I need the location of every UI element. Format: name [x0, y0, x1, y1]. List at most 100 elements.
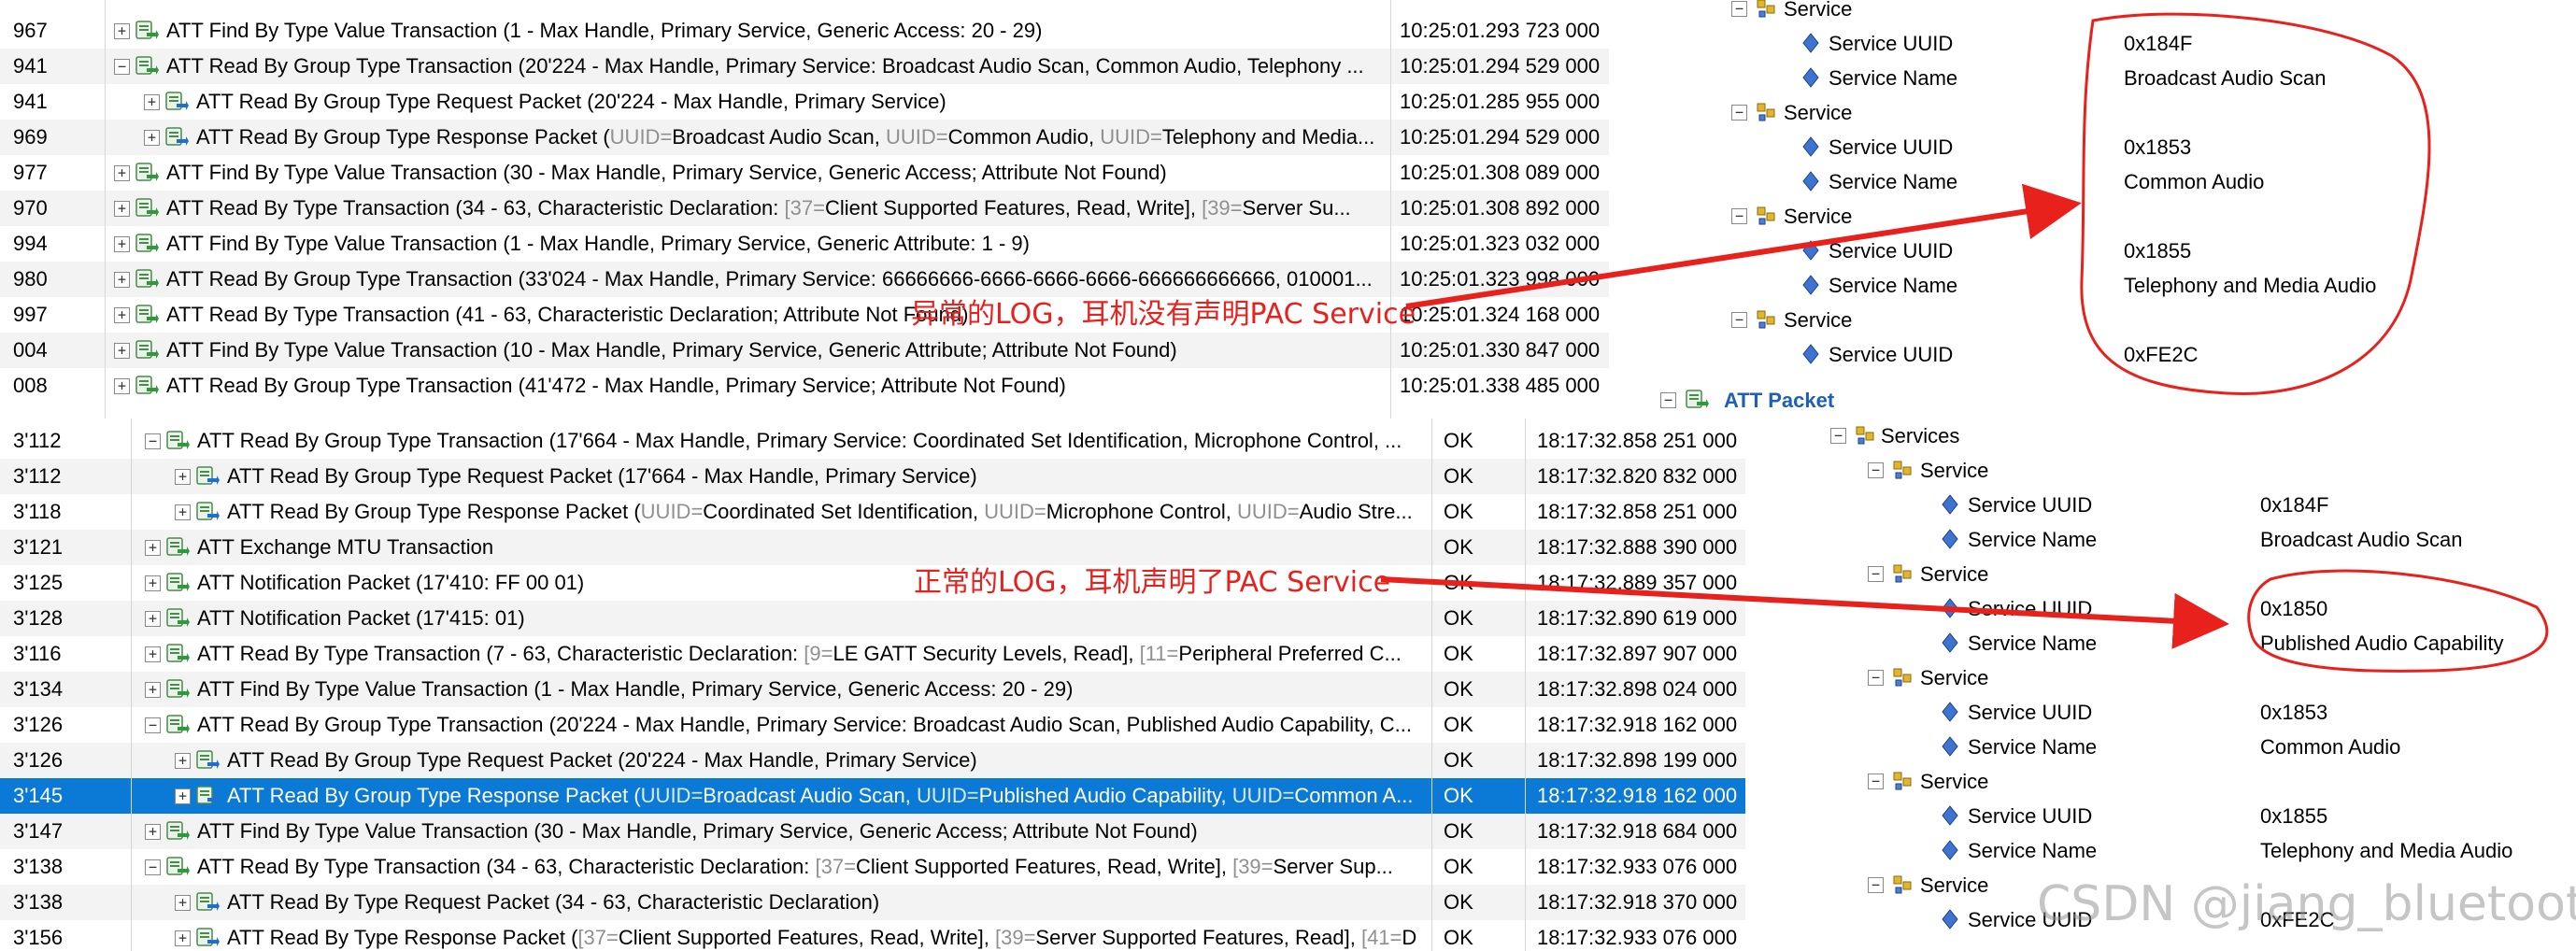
collapse-toggle[interactable]: −: [1731, 105, 1747, 121]
collapse-toggle[interactable]: −: [114, 59, 130, 75]
tree-node-service[interactable]: − Service: [1779, 764, 2576, 799]
tree-node-service[interactable]: − Service: [1779, 660, 2576, 695]
packet-row[interactable]: 941 − ATT Read By Group Type Transaction (…: [0, 49, 1609, 84]
packet-row[interactable]: 004 + ATT Find By Type Value Transaction (…: [0, 333, 1609, 368]
packet-row[interactable]: 3'112 + ATT Read By Group Type Request Pac…: [0, 459, 1745, 494]
packet-row[interactable]: 969 + ATT Read By Group Type Response Pack…: [0, 120, 1609, 155]
tree-node-field[interactable]: Service Name Telephony and Media Audio: [1649, 268, 2574, 303]
packet-index: 997: [13, 303, 48, 326]
collapse-toggle[interactable]: −: [1660, 392, 1676, 408]
expand-toggle[interactable]: +: [144, 94, 160, 110]
tree-node-field[interactable]: Service Name Broadcast Audio Scan: [1779, 522, 2576, 557]
packet-row[interactable]: 3'125 + ATT Notification Packet (17'410: F…: [0, 565, 1745, 601]
collapse-toggle[interactable]: −: [1868, 877, 1884, 893]
column-divider[interactable]: [1431, 419, 1432, 951]
collapse-toggle[interactable]: −: [145, 433, 161, 449]
packet-row[interactable]: 3'112 − ATT Read By Group Type Transaction…: [0, 423, 1745, 459]
packet-row[interactable]: 3'147 + ATT Find By Type Value Transaction…: [0, 814, 1745, 849]
collapse-toggle[interactable]: −: [1868, 774, 1884, 789]
packet-row[interactable]: 3'118 + ATT Read By Group Type Response Pa…: [0, 494, 1745, 530]
packet-row[interactable]: 3'145 + ATT Read By Group Type Response Pa…: [0, 778, 1745, 814]
expand-toggle[interactable]: +: [145, 611, 161, 627]
tree-node-field[interactable]: Service UUID 0x184F: [1649, 26, 2574, 61]
expand-toggle[interactable]: +: [114, 23, 130, 39]
packet-row[interactable]: 967 + ATT Find By Type Value Transaction (…: [0, 13, 1609, 49]
collapse-toggle[interactable]: −: [1731, 1, 1747, 17]
expand-toggle[interactable]: +: [114, 272, 130, 288]
packet-status: OK: [1444, 571, 1473, 594]
tree-node-field[interactable]: Service Name Broadcast Audio Scan: [1649, 61, 2574, 95]
collapse-toggle[interactable]: −: [1868, 566, 1884, 582]
column-divider[interactable]: [105, 0, 106, 419]
tree-node-field[interactable]: Service UUID 0x1855: [1649, 234, 2574, 268]
expand-toggle[interactable]: +: [114, 201, 130, 217]
collapse-toggle[interactable]: −: [1830, 428, 1846, 444]
packet-row[interactable]: 3'156 + ATT Read By Type Response Packet (…: [0, 920, 1745, 951]
field-icon: [1799, 135, 1823, 159]
field-key: [39=: [994, 926, 1036, 949]
expand-toggle[interactable]: +: [145, 646, 161, 662]
tree-node-field[interactable]: Service UUID 0xFE2C: [1649, 337, 2574, 372]
expand-toggle[interactable]: +: [175, 504, 191, 520]
expand-toggle[interactable]: +: [175, 469, 191, 485]
packet-row[interactable]: 3'116 + ATT Read By Type Transaction (7 - …: [0, 636, 1745, 672]
packet-row[interactable]: 3'138 − ATT Read By Type Transaction (34 -…: [0, 849, 1745, 885]
tree-node-att-packet[interactable]: − ATT Packet: [1649, 383, 2574, 418]
expand-toggle[interactable]: +: [145, 682, 161, 698]
column-divider[interactable]: [1525, 419, 1526, 951]
tree-node-field[interactable]: Service UUID 0x1853: [1649, 130, 2574, 164]
tree-node-field[interactable]: Service Name Telephony and Media Audio: [1779, 833, 2576, 868]
expand-toggle[interactable]: +: [114, 165, 130, 181]
collapse-toggle[interactable]: −: [1731, 208, 1747, 224]
tree-node-field[interactable]: Service UUID 0x1850: [1779, 591, 2576, 626]
packet-row[interactable]: 3'126 + ATT Read By Group Type Request Pac…: [0, 743, 1745, 778]
collapse-toggle[interactable]: −: [145, 717, 161, 733]
field-label: Service UUID: [1968, 597, 2093, 620]
packet-row[interactable]: 977 + ATT Find By Type Value Transaction (…: [0, 155, 1609, 191]
expand-toggle[interactable]: +: [175, 930, 191, 946]
tree-node-field[interactable]: Service UUID 0x1855: [1779, 799, 2576, 833]
expand-toggle[interactable]: +: [175, 788, 191, 804]
expand-toggle[interactable]: +: [175, 753, 191, 769]
collapse-toggle[interactable]: −: [1868, 462, 1884, 478]
packet-row[interactable]: 3'121 + ATT Exchange MTU Transaction OK 18:1…: [0, 530, 1745, 565]
tree-node-service[interactable]: − Service: [1649, 199, 2574, 234]
expand-toggle[interactable]: +: [114, 378, 130, 394]
tree-node-field[interactable]: Service UUID 0x1853: [1779, 695, 2576, 730]
packet-row[interactable]: 941 + ATT Read By Group Type Request Packe…: [0, 84, 1609, 120]
tree-node-field[interactable]: Service Name Common Audio: [1649, 164, 2574, 199]
packet-row[interactable]: 3'134 + ATT Find By Type Value Transaction…: [0, 672, 1745, 707]
collapse-toggle[interactable]: −: [145, 859, 161, 875]
packet-row[interactable]: 3'126 − ATT Read By Group Type Transaction…: [0, 707, 1745, 743]
column-divider[interactable]: [131, 419, 132, 951]
expand-toggle[interactable]: +: [145, 575, 161, 591]
tree-node-service[interactable]: − Service: [1649, 0, 2574, 26]
expand-toggle[interactable]: +: [145, 540, 161, 556]
packet-row[interactable]: 008 + ATT Read By Group Type Transaction (…: [0, 368, 1609, 404]
packet-icon: [165, 429, 190, 453]
tree-node-services[interactable]: − Services: [1779, 419, 2564, 453]
collapse-toggle[interactable]: −: [1731, 312, 1747, 328]
packet-row[interactable]: 970 + ATT Read By Type Transaction (34 - 6…: [0, 191, 1609, 226]
expand-toggle[interactable]: +: [175, 895, 191, 911]
packet-row[interactable]: 3'128 + ATT Notification Packet (17'415: 0…: [0, 601, 1745, 636]
expand-toggle[interactable]: +: [114, 307, 130, 323]
expand-toggle[interactable]: +: [114, 343, 130, 359]
collapse-toggle[interactable]: −: [1868, 670, 1884, 686]
packet-row[interactable]: 3'138 + ATT Read By Type Request Packet (3…: [0, 885, 1745, 920]
packet-index: 3'126: [13, 748, 64, 772]
packet-row[interactable]: 994 + ATT Find By Type Value Transaction (…: [0, 226, 1609, 262]
expand-toggle[interactable]: +: [144, 130, 160, 146]
expand-toggle[interactable]: +: [145, 824, 161, 840]
tree-node-field[interactable]: Service UUID 0x184F: [1779, 488, 2576, 522]
field-icon: [1938, 734, 1962, 759]
tree-node-service[interactable]: − Service: [1779, 453, 2576, 488]
tree-node-service[interactable]: − Service: [1649, 95, 2574, 130]
expand-toggle[interactable]: +: [114, 236, 130, 252]
tree-node-service[interactable]: − Service: [1649, 303, 2574, 337]
tree-node-field[interactable]: Service Name Published Audio Capability: [1779, 626, 2576, 660]
column-divider[interactable]: [1390, 0, 1391, 419]
tree-node-service[interactable]: − Service: [1779, 557, 2576, 591]
tree-node-field[interactable]: Service Name Common Audio: [1779, 730, 2576, 764]
tree-label: Service: [1784, 308, 1853, 332]
